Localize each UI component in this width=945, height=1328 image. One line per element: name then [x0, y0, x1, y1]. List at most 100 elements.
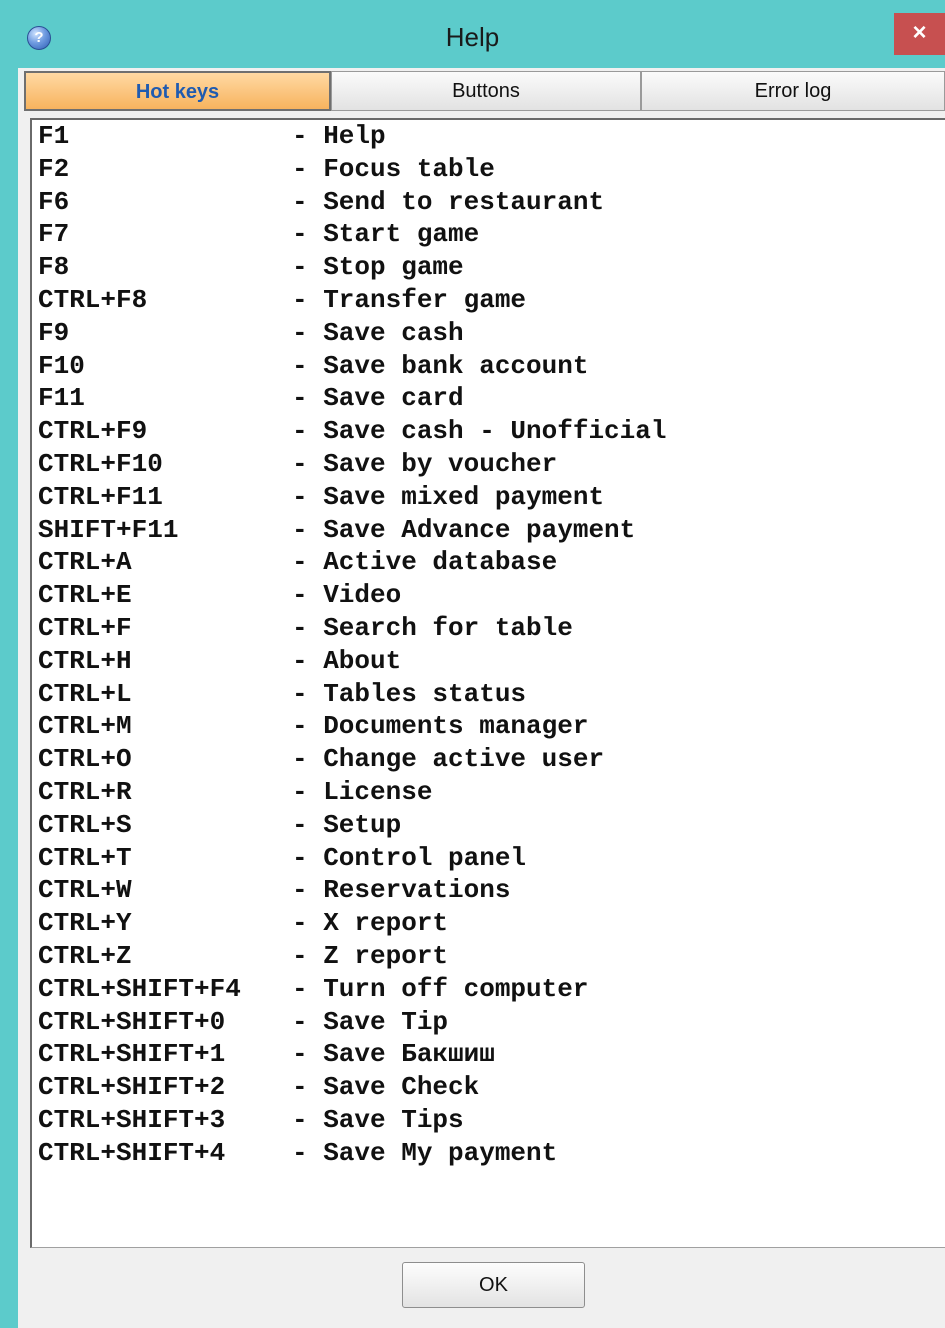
hotkey-description: - Save Tips	[292, 1104, 464, 1135]
hotkey-description: - Save by voucher	[292, 448, 558, 479]
hotkey-key: CTRL+SHIFT+4	[38, 1137, 226, 1168]
hotkey-row: CTRL+M - Documents manager	[32, 710, 945, 743]
hotkey-description: - Save My payment	[292, 1137, 558, 1168]
hotkey-key: F6	[38, 186, 70, 217]
hotkey-description: - Reservations	[292, 875, 511, 906]
hotkey-row: F11 - Save card	[32, 382, 945, 415]
hotkey-description: - X report	[292, 908, 449, 939]
hotkey-row: F10 - Save bank account	[32, 350, 945, 383]
hotkey-row: CTRL+W - Reservations	[32, 874, 945, 907]
hotkey-key: CTRL+Y	[38, 908, 132, 939]
hotkey-row: CTRL+SHIFT+2 - Save Check	[32, 1071, 945, 1104]
hotkey-description: - Save Advance payment	[292, 514, 636, 545]
hotkey-key: F11	[38, 383, 85, 414]
hotkey-description: - Save Бакшиш	[292, 1039, 495, 1070]
hotkey-key: CTRL+F	[38, 612, 132, 643]
hotkey-key: CTRL+F8	[38, 284, 148, 315]
hotkey-row: CTRL+F9 - Save cash - Unofficial	[32, 415, 945, 448]
hotkey-key: CTRL+H	[38, 645, 132, 676]
hotkey-key: CTRL+Z	[38, 940, 132, 971]
hotkey-description: - Save mixed payment	[292, 481, 605, 512]
hotkey-description: - Save Check	[292, 1072, 480, 1103]
hotkey-description: - Focus table	[292, 153, 495, 184]
hotkey-row: CTRL+SHIFT+F4 - Turn off computer	[32, 973, 945, 1006]
tab-buttons[interactable]: Buttons	[331, 71, 641, 111]
hotkey-row: CTRL+R - License	[32, 776, 945, 809]
hotkey-key: F7	[38, 219, 70, 250]
hotkey-key: CTRL+W	[38, 875, 132, 906]
hotkey-key: CTRL+SHIFT+0	[38, 1006, 226, 1037]
hotkey-key: CTRL+SHIFT+F4	[38, 973, 241, 1004]
hotkey-description: - Save card	[292, 383, 464, 414]
hotkey-description: - Send to restaurant	[292, 186, 605, 217]
hotkey-description: - Control panel	[292, 842, 527, 873]
hotkey-row: CTRL+F - Search for table	[32, 612, 945, 645]
hotkey-row: F8 - Stop game	[32, 251, 945, 284]
hotkey-row: F1 - Help	[32, 120, 945, 153]
hotkey-key: CTRL+L	[38, 678, 132, 709]
close-button[interactable]: ×	[894, 13, 945, 55]
hotkey-description: - Video	[292, 580, 402, 611]
hotkey-row: CTRL+T - Control panel	[32, 842, 945, 875]
tab-hot-keys[interactable]: Hot keys	[24, 71, 331, 111]
hotkey-key: CTRL+O	[38, 744, 132, 775]
hotkey-description: - Help	[292, 121, 386, 151]
hotkey-description: - Active database	[292, 547, 558, 578]
hotkey-row: CTRL+SHIFT+3 - Save Tips	[32, 1104, 945, 1137]
ok-button[interactable]: OK	[402, 1262, 585, 1308]
hotkey-description: - License	[292, 776, 433, 807]
hotkey-row: CTRL+H - About	[32, 645, 945, 678]
hotkey-description: - Z report	[292, 940, 449, 971]
window-title: Help	[445, 22, 500, 52]
hotkey-description: - Transfer game	[292, 284, 527, 315]
hotkey-key: CTRL+R	[38, 776, 132, 807]
hotkey-description: - About	[292, 645, 402, 676]
hotkey-key: CTRL+F9	[38, 416, 148, 447]
hotkey-row: F7 - Start game	[32, 218, 945, 251]
hotkey-key: F10	[38, 350, 85, 381]
hotkey-key: CTRL+A	[38, 547, 132, 578]
hotkey-key: CTRL+SHIFT+3	[38, 1104, 226, 1135]
hotkey-description: - Save cash - Unofficial	[292, 416, 667, 447]
hotkey-row: CTRL+E - Video	[32, 579, 945, 612]
hotkey-key: SHIFT+F11	[38, 514, 179, 545]
hotkey-description: - Start game	[292, 219, 480, 250]
hotkey-description: - Documents manager	[292, 711, 589, 742]
hotkey-key: F2	[38, 153, 70, 184]
hotkey-row: CTRL+SHIFT+4 - Save My payment	[32, 1137, 945, 1170]
hotkey-description: - Change active user	[292, 744, 605, 775]
hotkey-row: F2 - Focus table	[32, 153, 945, 186]
hotkey-row: CTRL+F8 - Transfer game	[32, 284, 945, 317]
help-window: ? Help × Hot keys Buttons Error log F1 - …	[0, 0, 945, 1328]
hotkey-description: - Save bank account	[292, 350, 589, 381]
hotkey-row: CTRL+L - Tables status	[32, 678, 945, 711]
hotkey-key: F9	[38, 317, 70, 348]
hotkey-row: CTRL+Z - Z report	[32, 940, 945, 973]
hotkey-key: CTRL+SHIFT+1	[38, 1039, 226, 1070]
hotkey-key: CTRL+E	[38, 580, 132, 611]
dialog-body: Hot keys Buttons Error log F1 - Help F2 - F…	[18, 68, 945, 1328]
hotkey-row: CTRL+S - Setup	[32, 809, 945, 842]
hotkey-key: F8	[38, 252, 70, 283]
title-bar[interactable]: ? Help ×	[0, 0, 945, 68]
hotkey-description: - Stop game	[292, 252, 464, 283]
hotkey-row: CTRL+A - Active database	[32, 546, 945, 579]
hotkey-list[interactable]: F1 - Help F2 - Focus table F6 - Send to resta…	[30, 118, 945, 1248]
hotkey-key: CTRL+M	[38, 711, 132, 742]
hotkey-row: CTRL+SHIFT+1 - Save Бакшиш	[32, 1038, 945, 1071]
hotkey-key: CTRL+F11	[38, 481, 163, 512]
hotkey-row: CTRL+Y - X report	[32, 907, 945, 940]
hotkey-description: - Save cash	[292, 317, 464, 348]
tab-bar: Hot keys Buttons Error log	[24, 71, 945, 111]
hotkey-row: CTRL+SHIFT+0 - Save Tip	[32, 1006, 945, 1039]
hotkey-description: - Search for table	[292, 612, 573, 643]
tab-error-log[interactable]: Error log	[641, 71, 945, 111]
hotkey-description: - Setup	[292, 809, 402, 840]
hotkey-key: CTRL+S	[38, 809, 132, 840]
hotkey-row: CTRL+F11 - Save mixed payment	[32, 481, 945, 514]
hotkey-key: CTRL+T	[38, 842, 132, 873]
hotkey-row: F9 - Save cash	[32, 317, 945, 350]
hotkey-description: - Turn off computer	[292, 973, 589, 1004]
hotkey-description: - Tables status	[292, 678, 527, 709]
hotkey-key: CTRL+SHIFT+2	[38, 1072, 226, 1103]
